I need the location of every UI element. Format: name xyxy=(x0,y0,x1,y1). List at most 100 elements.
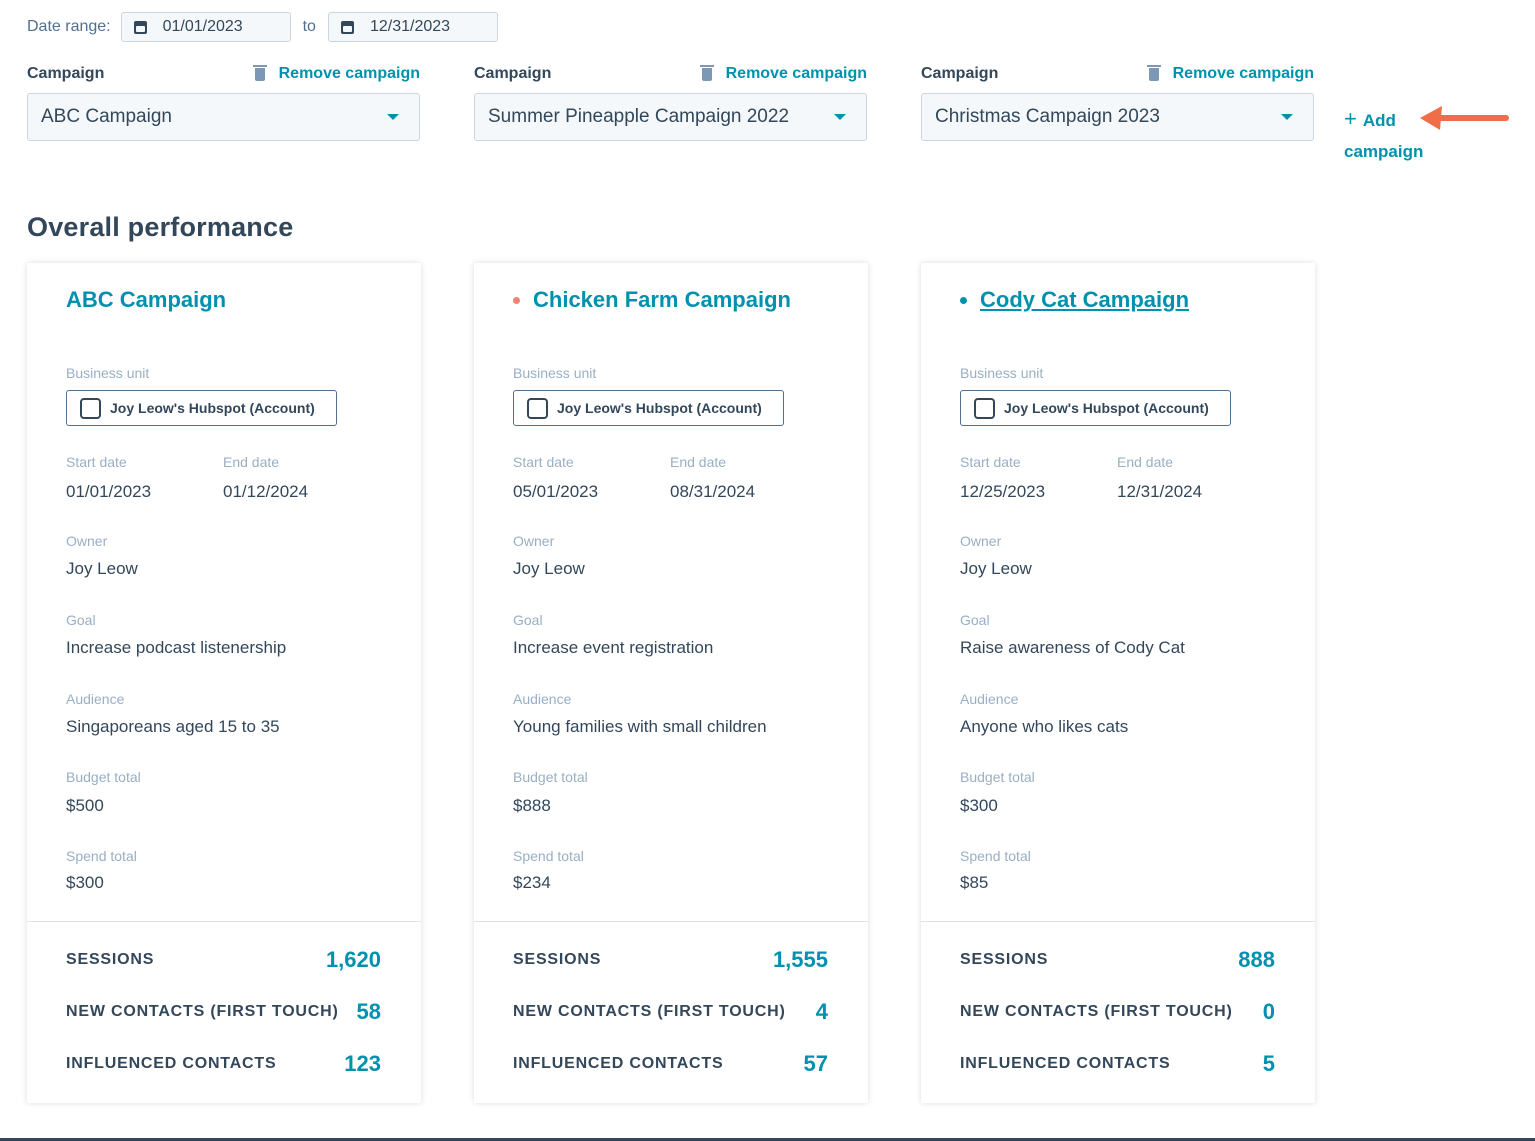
start-date-value: 05/01/2023 xyxy=(513,482,599,501)
start-date-value: 12/25/2023 xyxy=(960,482,1046,501)
sessions-value: 888 xyxy=(1238,947,1275,972)
end-date-value: 12/31/2024 xyxy=(1117,482,1203,501)
new-contacts-value: 58 xyxy=(356,999,381,1024)
calendar-icon xyxy=(340,20,354,34)
goal-label: Goal xyxy=(66,612,96,628)
campaign-dropdown-value: ABC Campaign xyxy=(41,106,172,127)
owner-label: Owner xyxy=(960,533,1002,549)
owner-value: Joy Leow xyxy=(66,559,138,578)
trash-icon xyxy=(1146,64,1161,81)
end-date-value: 08/31/2024 xyxy=(670,482,756,501)
business-unit-label: Business unit xyxy=(66,365,150,381)
add-campaign-button[interactable]: + Add campaign xyxy=(1344,103,1423,167)
campaign-dropdown[interactable]: ABC Campaign xyxy=(27,93,420,141)
sessions-metric: SESSIONS 1,620 xyxy=(66,947,381,973)
influenced-contacts-label: INFLUENCED CONTACTS xyxy=(960,1055,1171,1072)
sessions-label: SESSIONS xyxy=(513,951,602,968)
date-range-to-label: to xyxy=(302,18,316,35)
goal-label: Goal xyxy=(513,612,543,628)
business-unit-value: Joy Leow's Hubspot (Account) xyxy=(110,400,315,416)
campaign-dropdown-value: Christmas Campaign 2023 xyxy=(935,106,1160,127)
budget-total-label: Budget total xyxy=(66,769,141,785)
campaign-dropdown-value: Summer Pineapple Campaign 2022 xyxy=(488,106,790,127)
remove-campaign-label: Remove campaign xyxy=(725,65,867,82)
influenced-contacts-value: 5 xyxy=(1262,1051,1275,1076)
end-date-input[interactable]: 12/31/2023 xyxy=(327,12,498,42)
remove-campaign-label: Remove campaign xyxy=(278,65,420,82)
new-contacts-metric: NEW CONTACTS (FIRST TOUCH) 4 xyxy=(513,999,828,1025)
campaign-card-title[interactable]: Cody Cat Campaign xyxy=(960,287,1189,313)
goal-value: Raise awareness of Cody Cat xyxy=(960,638,1185,657)
influenced-contacts-label: INFLUENCED CONTACTS xyxy=(513,1055,724,1072)
end-date-label: End date xyxy=(670,454,727,470)
trash-icon xyxy=(252,64,267,81)
influenced-contacts-metric: INFLUENCED CONTACTS 57 xyxy=(513,1051,828,1077)
trash-icon xyxy=(699,64,714,81)
business-unit-tag: Joy Leow's Hubspot (Account) xyxy=(960,390,1231,426)
business-unit-tag: Joy Leow's Hubspot (Account) xyxy=(66,390,337,426)
owner-label: Owner xyxy=(66,533,108,549)
card-divider xyxy=(474,921,868,922)
campaign-card: Chicken Farm Campaign Business unit Joy … xyxy=(474,263,868,1103)
influenced-contacts-label: INFLUENCED CONTACTS xyxy=(66,1055,277,1072)
sessions-value: 1,555 xyxy=(772,947,828,972)
checkbox-icon xyxy=(80,397,101,419)
sessions-value: 1,620 xyxy=(325,947,381,972)
campaign-title-text: Chicken Farm Campaign xyxy=(533,287,791,312)
card-divider xyxy=(27,921,421,922)
business-unit-tag: Joy Leow's Hubspot (Account) xyxy=(513,390,784,426)
annotation-arrow-icon xyxy=(1420,106,1509,130)
sessions-label: SESSIONS xyxy=(960,951,1049,968)
card-divider xyxy=(921,921,1315,922)
campaign-selector-3: Campaign Remove campaign Christmas Campa… xyxy=(921,62,1314,141)
new-contacts-metric: NEW CONTACTS (FIRST TOUCH) 58 xyxy=(66,999,381,1025)
influenced-contacts-metric: INFLUENCED CONTACTS 123 xyxy=(66,1051,381,1077)
section-title: Overall performance xyxy=(27,212,294,242)
start-date-value: 01/01/2023 xyxy=(162,18,243,35)
new-contacts-value: 0 xyxy=(1262,999,1275,1024)
owner-label: Owner xyxy=(513,533,555,549)
new-contacts-metric: NEW CONTACTS (FIRST TOUCH) 0 xyxy=(960,999,1275,1025)
business-unit-label: Business unit xyxy=(960,365,1044,381)
checkbox-icon xyxy=(974,397,995,419)
goal-value: Increase event registration xyxy=(513,638,714,657)
caret-down-icon xyxy=(834,114,846,120)
campaign-title-text: ABC Campaign xyxy=(66,287,227,312)
remove-campaign-button[interactable]: Remove campaign xyxy=(1146,64,1314,83)
budget-total-value: $500 xyxy=(66,796,104,815)
budget-total-value: $300 xyxy=(960,796,998,815)
business-unit-value: Joy Leow's Hubspot (Account) xyxy=(1004,400,1209,416)
campaign-card: ABC Campaign Business unit Joy Leow's Hu… xyxy=(27,263,421,1103)
campaign-card-title[interactable]: ABC Campaign xyxy=(66,287,226,313)
campaign-dropdown[interactable]: Summer Pineapple Campaign 2022 xyxy=(474,93,867,141)
influenced-contacts-metric: INFLUENCED CONTACTS 5 xyxy=(960,1051,1275,1077)
end-date-label: End date xyxy=(1117,454,1174,470)
status-dot-icon xyxy=(513,296,520,304)
budget-total-value: $888 xyxy=(513,796,551,815)
campaign-selector-2: Campaign Remove campaign Summer Pineappl… xyxy=(474,62,867,141)
spend-total-label: Spend total xyxy=(960,848,1031,864)
campaign-card: Cody Cat Campaign Business unit Joy Leow… xyxy=(921,263,1315,1103)
campaign-selector-label: Campaign xyxy=(474,65,552,82)
campaign-dropdown[interactable]: Christmas Campaign 2023 xyxy=(921,93,1314,141)
audience-value: Young families with small children xyxy=(513,717,767,736)
spend-total-label: Spend total xyxy=(66,848,137,864)
remove-campaign-button[interactable]: Remove campaign xyxy=(252,64,420,83)
spend-total-value: $300 xyxy=(66,873,104,892)
start-date-input[interactable]: 01/01/2023 xyxy=(120,12,291,42)
sessions-metric: SESSIONS 888 xyxy=(960,947,1275,973)
audience-value: Singaporeans aged 15 to 35 xyxy=(66,717,280,736)
business-unit-label: Business unit xyxy=(513,365,597,381)
audience-value: Anyone who likes cats xyxy=(960,717,1129,736)
influenced-contacts-value: 123 xyxy=(344,1051,381,1076)
business-unit-value: Joy Leow's Hubspot (Account) xyxy=(557,400,762,416)
campaign-selector-label: Campaign xyxy=(27,65,105,82)
start-date-value: 01/01/2023 xyxy=(66,482,152,501)
new-contacts-label: NEW CONTACTS (FIRST TOUCH) xyxy=(960,1003,1233,1020)
remove-campaign-button[interactable]: Remove campaign xyxy=(699,64,867,83)
date-range: Date range: 01/01/2023 to 12/31/2023 xyxy=(27,12,498,42)
campaign-card-title[interactable]: Chicken Farm Campaign xyxy=(513,287,791,313)
sessions-label: SESSIONS xyxy=(66,951,155,968)
add-campaign-label-line1: Add xyxy=(1362,111,1396,130)
influenced-contacts-value: 57 xyxy=(803,1051,828,1076)
